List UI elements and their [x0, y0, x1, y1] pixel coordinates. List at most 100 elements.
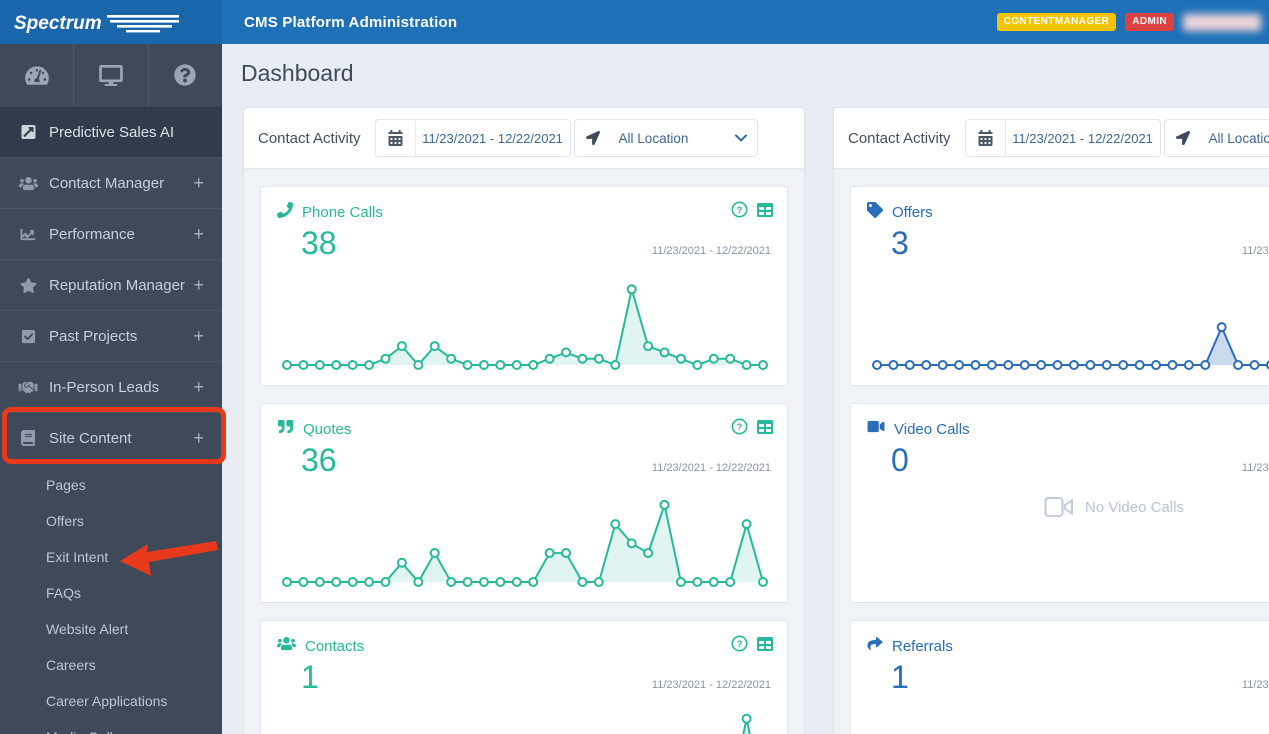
card-date-range: 11/23/2021 - 12/22/2021	[1241, 462, 1269, 474]
empty-state-text: No Video Calls	[1085, 498, 1184, 516]
card-title: Quotes	[303, 420, 352, 438]
help-circle-icon[interactable]: ?	[731, 635, 748, 652]
location-select[interactable]: All Location	[1163, 119, 1269, 157]
dashboard-gauge-icon[interactable]	[0, 44, 75, 106]
sidebar-item-label: Site Content	[49, 429, 132, 447]
card-header: Contacts	[277, 636, 364, 656]
book-icon	[18, 430, 38, 446]
submenu-item-faqs[interactable]: FAQs	[0, 575, 222, 611]
quotes-icon	[277, 419, 294, 439]
location-select-value: All Location	[618, 130, 689, 146]
card-title: Offers	[892, 204, 933, 221]
page-title: Dashboard	[241, 60, 354, 86]
expand-plus-icon: +	[193, 427, 204, 448]
calendar-icon	[376, 120, 416, 156]
sidebar-item-reputation-manager[interactable]: Reputation Manager +	[0, 259, 222, 310]
contacts-icon	[277, 636, 296, 656]
predictive-sales-icon	[18, 124, 38, 140]
expand-plus-icon: +	[193, 172, 204, 193]
handshake-icon	[18, 380, 38, 395]
panel-header: Contact Activity 11/23/2021 - 12/22/2021…	[834, 108, 1269, 169]
navbar-right: CONTENTMANAGER ADMIN	[996, 13, 1269, 31]
card-actions: ?	[731, 201, 773, 218]
contact-activity-panel-left: Contact Activity 11/23/2021 - 12/22/2021…	[243, 107, 805, 734]
sidebar-item-label: Performance	[49, 225, 135, 243]
help-circle-icon[interactable]: ?	[731, 418, 748, 435]
app-title: CMS Platform Administration	[244, 13, 458, 31]
card-header: Referrals	[867, 636, 953, 656]
date-range-value: 11/23/2021 - 12/22/2021	[1012, 130, 1153, 146]
table-view-icon[interactable]	[757, 419, 773, 435]
video-calls-card: Video Calls 0 11/23/2021 - 12/22/2021 No…	[850, 403, 1269, 603]
submenu-item-website-alert[interactable]: Website Alert	[0, 611, 222, 647]
card-date-range: 11/23/2021 - 12/22/2021	[1241, 679, 1269, 691]
chart-line-icon	[18, 227, 38, 242]
sidebar-item-label: Predictive Sales AI	[49, 123, 175, 141]
location-select-value: All Location	[1208, 130, 1269, 146]
phone-calls-card: Phone Calls ? 38 11/23/2021 - 12/22/2021	[260, 186, 788, 386]
sidebar-item-predictive-sales-ai[interactable]: Predictive Sales AI	[0, 106, 222, 157]
role-badge-admin: ADMIN	[1125, 13, 1174, 31]
svg-text:?: ?	[737, 422, 743, 433]
sidebar-item-label: Past Projects	[49, 327, 138, 345]
svg-text:?: ?	[737, 205, 743, 216]
redacted-user-name	[1183, 13, 1261, 31]
no-video-calls-empty-state: No Video Calls	[851, 496, 1269, 518]
expand-plus-icon: +	[193, 325, 204, 346]
contacts-sparkline	[741, 713, 752, 734]
help-icon[interactable]	[149, 44, 222, 106]
card-header: Offers	[867, 202, 933, 223]
contact-activity-panel-right: Contact Activity 11/23/2021 - 12/22/2021…	[833, 107, 1269, 734]
share-arrow-icon	[867, 636, 883, 656]
submenu-item-pages[interactable]: Pages	[0, 467, 222, 503]
table-view-icon[interactable]	[757, 636, 773, 652]
date-range-picker[interactable]: 11/23/2021 - 12/22/2021	[374, 119, 571, 157]
card-value: 38	[301, 225, 337, 261]
card-date-range: 11/23/2021 - 12/22/2021	[651, 679, 771, 691]
submenu-item-media-gallery[interactable]: Media Gallery	[0, 719, 222, 734]
video-outline-icon	[1044, 496, 1074, 518]
contacts-card: Contacts ? 1 11/23/2021 - 12/22/2021	[260, 620, 788, 734]
card-value: 36	[301, 442, 337, 478]
sidebar-item-contact-manager[interactable]: Contact Manager +	[0, 157, 222, 208]
sidebar-item-past-projects[interactable]: Past Projects +	[0, 310, 222, 361]
calendar-icon	[966, 120, 1006, 156]
video-icon	[867, 419, 885, 439]
submenu-item-offers[interactable]: Offers	[0, 503, 222, 539]
submenu-item-careers[interactable]: Careers	[0, 647, 222, 683]
sidebar-item-label: Contact Manager	[49, 174, 165, 192]
spectrum-logo[interactable]: Spectrum	[0, 0, 222, 44]
users-icon	[18, 176, 38, 191]
sidebar-menu: Predictive Sales AI Contact Manager + Pe…	[0, 106, 222, 463]
location-select[interactable]: All Location	[573, 119, 758, 157]
card-title: Referrals	[892, 637, 953, 655]
desktop-monitor-icon[interactable]	[74, 44, 149, 106]
main-content: Dashboard Contact Activity 11/23/2021 - …	[222, 44, 1269, 734]
submenu-item-career-applications[interactable]: Career Applications	[0, 683, 222, 719]
location-arrow-icon	[575, 120, 611, 156]
card-title: Video Calls	[894, 420, 970, 438]
quotes-card: Quotes ? 36 11/23/2021 - 12/22/2021	[260, 403, 788, 603]
card-value: 1	[301, 659, 319, 695]
expand-plus-icon: +	[193, 274, 204, 295]
card-date-range: 11/23/2021 - 12/22/2021	[651, 245, 771, 257]
offers-sparkline	[872, 322, 1269, 370]
star-icon	[18, 277, 38, 293]
submenu-item-exit-intent[interactable]: Exit Intent	[0, 539, 222, 575]
check-square-icon	[18, 329, 38, 344]
card-actions: ?	[731, 418, 773, 435]
sidebar-item-in-person-leads[interactable]: In-Person Leads +	[0, 361, 222, 412]
table-view-icon[interactable]	[757, 202, 773, 218]
help-circle-icon[interactable]: ?	[731, 201, 748, 218]
expand-plus-icon: +	[193, 376, 204, 397]
site-content-submenu: Pages Offers Exit Intent FAQs Website Al…	[0, 463, 222, 734]
card-value: 0	[891, 442, 909, 478]
sidebar-item-performance[interactable]: Performance +	[0, 208, 222, 259]
date-range-picker[interactable]: 11/23/2021 - 12/22/2021	[964, 119, 1161, 157]
svg-text:?: ?	[737, 639, 743, 650]
phone-calls-sparkline	[282, 284, 768, 370]
top-navbar: Spectrum CMS Platform Administration CON…	[0, 0, 1269, 44]
sidebar-item-site-content[interactable]: Site Content +	[0, 412, 222, 463]
role-badge-contentmanager: CONTENTMANAGER	[996, 13, 1117, 31]
chevron-down-icon	[734, 134, 747, 142]
